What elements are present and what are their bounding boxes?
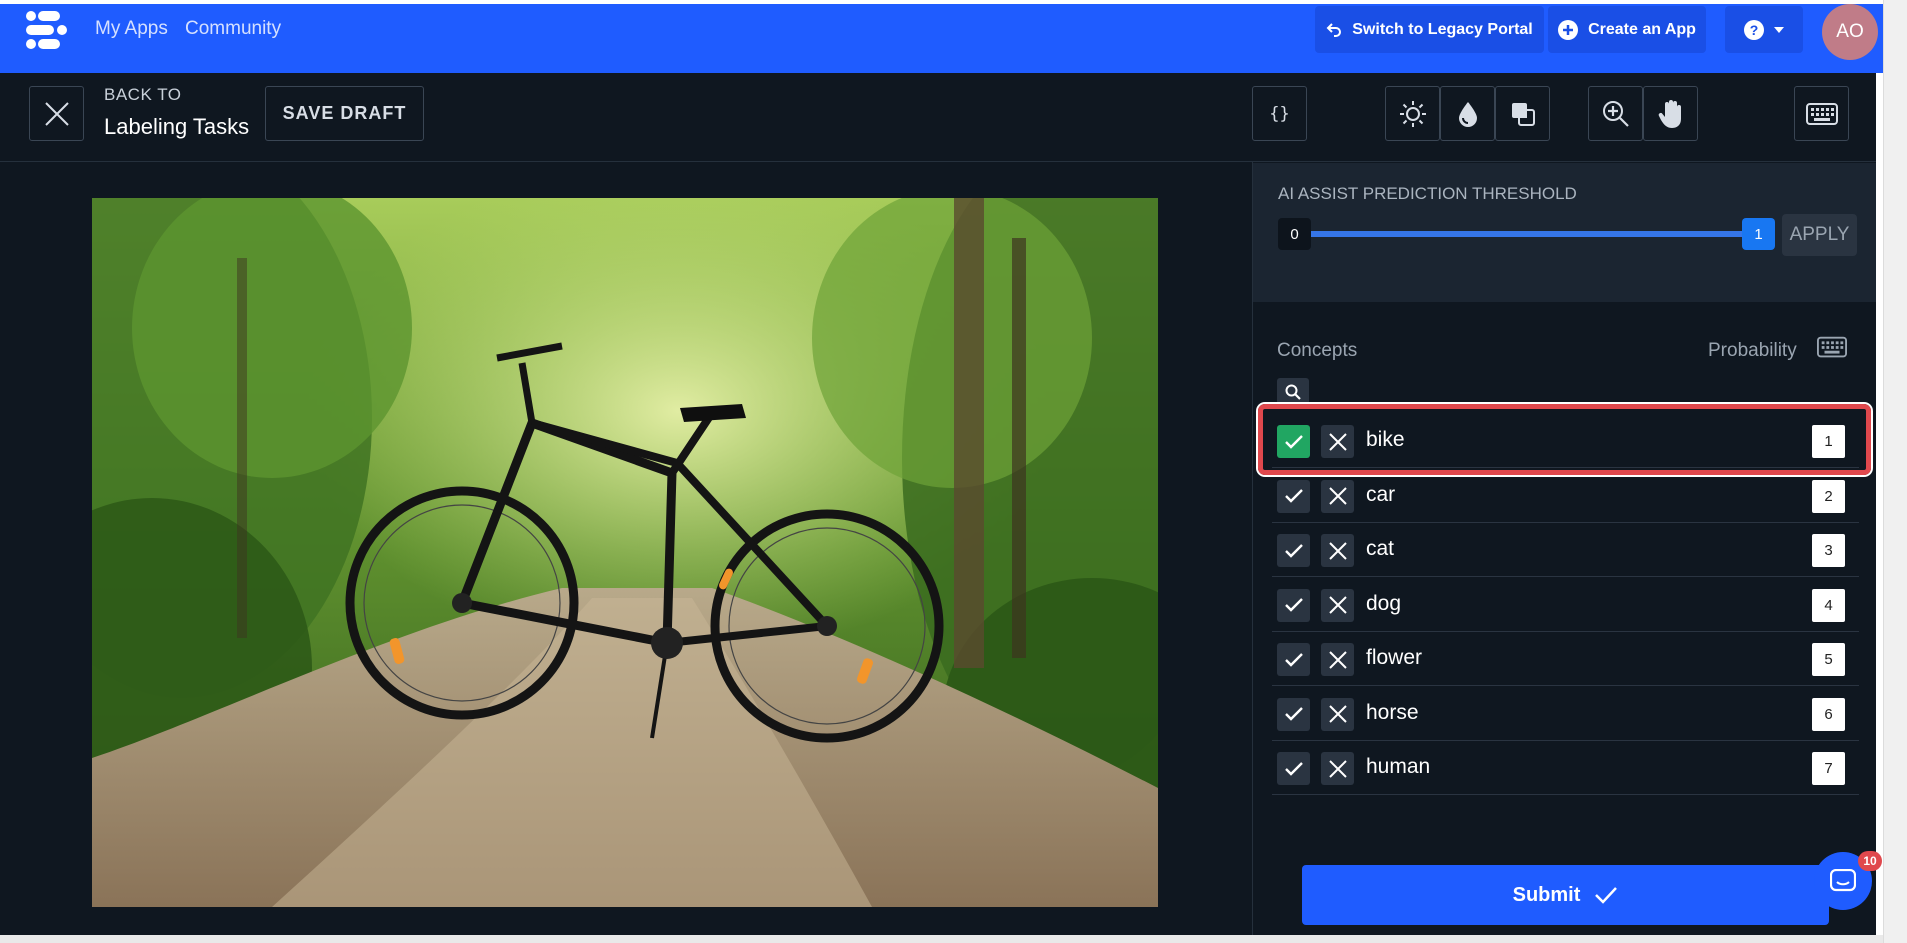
threshold-title: AI ASSIST PREDICTION THRESHOLD bbox=[1278, 184, 1577, 203]
check-icon bbox=[1284, 543, 1303, 558]
create-app-label: Create an App bbox=[1588, 20, 1696, 38]
keyboard-icon[interactable] bbox=[1817, 336, 1847, 362]
reject-x-icon bbox=[1328, 596, 1347, 614]
back-to-label: BACK TO bbox=[104, 85, 182, 104]
contrast-icon bbox=[1511, 102, 1535, 126]
apply-threshold-button[interactable]: APPLY bbox=[1782, 214, 1857, 256]
zoom-in-button[interactable] bbox=[1588, 86, 1643, 141]
check-icon bbox=[1284, 598, 1303, 612]
reject-x-icon bbox=[1328, 759, 1347, 778]
probability-header: Probability bbox=[1708, 340, 1797, 361]
concept-shortcut-key: 2 bbox=[1812, 479, 1845, 513]
horizontal-scrollbar[interactable] bbox=[0, 935, 1883, 943]
saturation-button[interactable] bbox=[1440, 86, 1495, 141]
keyboard-icon bbox=[1805, 102, 1838, 125]
concept-row[interactable]: dog 4 bbox=[1272, 578, 1859, 632]
check-icon bbox=[1284, 761, 1303, 776]
concept-label: car bbox=[1366, 482, 1396, 506]
close-icon bbox=[44, 101, 69, 126]
brightness-button[interactable] bbox=[1385, 86, 1440, 141]
chat-unread-badge: 10 bbox=[1858, 851, 1882, 871]
saturation-icon bbox=[1458, 101, 1477, 127]
clarifai-logo-icon[interactable] bbox=[22, 6, 72, 56]
contrast-button[interactable] bbox=[1495, 86, 1550, 141]
reject-concept-button[interactable] bbox=[1321, 479, 1354, 513]
concept-label: dog bbox=[1366, 591, 1402, 615]
plus-circle-icon bbox=[1558, 19, 1579, 40]
concept-search-button[interactable] bbox=[1277, 378, 1309, 405]
submit-button[interactable]: Submit bbox=[1302, 865, 1829, 925]
check-icon bbox=[1284, 489, 1303, 503]
create-app-button[interactable]: Create an App bbox=[1548, 6, 1706, 53]
pan-hand-icon bbox=[1658, 99, 1681, 128]
checkmark-icon bbox=[1595, 887, 1618, 904]
zoom-in-icon bbox=[1602, 100, 1629, 127]
reject-x-icon bbox=[1328, 650, 1347, 669]
user-avatar[interactable]: AO bbox=[1822, 4, 1878, 60]
brightness-icon bbox=[1399, 100, 1426, 127]
reject-concept-button[interactable] bbox=[1321, 534, 1354, 567]
concept-row[interactable]: cat 3 bbox=[1272, 523, 1859, 577]
back-to-labeling-tasks-link[interactable]: Labeling Tasks bbox=[104, 114, 249, 140]
help-icon: ? bbox=[1744, 19, 1764, 40]
nav-my-apps[interactable]: My Apps bbox=[95, 18, 168, 40]
concept-label: flower bbox=[1366, 646, 1423, 669]
labeling-image[interactable] bbox=[92, 198, 1158, 907]
concepts-header: Concepts bbox=[1277, 340, 1358, 361]
threshold-slider-handle[interactable]: 1 bbox=[1742, 218, 1775, 250]
reject-concept-button[interactable] bbox=[1321, 588, 1354, 622]
keyboard-shortcuts-button[interactable] bbox=[1794, 86, 1849, 141]
json-icon: {} bbox=[1269, 103, 1290, 124]
undo-arrow-icon bbox=[1326, 22, 1342, 37]
close-button[interactable] bbox=[29, 86, 84, 141]
concept-shortcut-key: 7 bbox=[1812, 752, 1845, 785]
accept-concept-button[interactable] bbox=[1277, 479, 1310, 513]
concept-shortcut-key: 3 bbox=[1812, 534, 1845, 567]
concept-row[interactable]: flower 5 bbox=[1272, 632, 1859, 686]
selected-concept-highlight bbox=[1258, 404, 1871, 475]
threshold-min-value: 0 bbox=[1278, 218, 1311, 250]
concept-label: cat bbox=[1366, 537, 1395, 560]
concept-row[interactable]: human 7 bbox=[1272, 741, 1859, 795]
concept-row[interactable]: horse 6 bbox=[1272, 687, 1859, 741]
switch-legacy-button[interactable]: Switch to Legacy Portal bbox=[1315, 6, 1544, 53]
threshold-slider-fill bbox=[1295, 231, 1756, 237]
accept-concept-button[interactable] bbox=[1277, 534, 1310, 567]
chat-bubble-icon bbox=[1830, 869, 1856, 892]
concept-shortcut-key: 4 bbox=[1812, 588, 1845, 622]
search-icon bbox=[1285, 384, 1301, 400]
reject-x-icon bbox=[1328, 487, 1347, 505]
concept-shortcut-key: 6 bbox=[1812, 697, 1845, 731]
accept-concept-button[interactable] bbox=[1277, 752, 1310, 785]
caret-down-icon bbox=[1774, 26, 1784, 33]
reject-concept-button[interactable] bbox=[1321, 752, 1354, 785]
reject-x-icon bbox=[1328, 541, 1347, 560]
concept-row[interactable]: car 2 bbox=[1272, 469, 1859, 523]
pan-button[interactable] bbox=[1643, 86, 1698, 141]
concept-label: horse bbox=[1366, 700, 1419, 724]
vertical-scrollbar[interactable] bbox=[1883, 0, 1907, 943]
accept-concept-button[interactable] bbox=[1277, 697, 1310, 731]
reject-concept-button[interactable] bbox=[1321, 697, 1354, 731]
svg-text:?: ? bbox=[1750, 22, 1759, 38]
switch-legacy-label: Switch to Legacy Portal bbox=[1352, 20, 1533, 38]
nav-community[interactable]: Community bbox=[185, 18, 281, 40]
accept-concept-button[interactable] bbox=[1277, 643, 1310, 676]
accept-concept-button[interactable] bbox=[1277, 588, 1310, 622]
reject-x-icon bbox=[1328, 705, 1347, 723]
check-icon bbox=[1284, 652, 1303, 667]
submit-label: Submit bbox=[1512, 883, 1581, 906]
concept-shortcut-key: 5 bbox=[1812, 643, 1845, 676]
json-view-button[interactable]: {} bbox=[1252, 86, 1307, 141]
check-icon bbox=[1284, 707, 1303, 721]
save-draft-button[interactable]: SAVE DRAFT bbox=[265, 86, 424, 141]
concept-label: human bbox=[1366, 755, 1431, 778]
help-menu-button[interactable]: ? bbox=[1725, 6, 1803, 53]
reject-concept-button[interactable] bbox=[1321, 643, 1354, 676]
